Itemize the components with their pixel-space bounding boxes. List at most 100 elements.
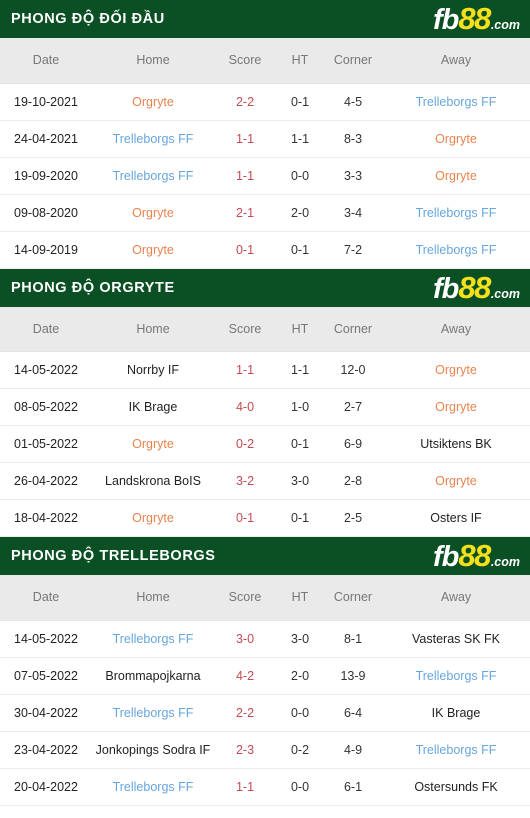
cell-home: Trelleborgs FF: [112, 168, 194, 183]
table-row[interactable]: 01-05-2022 Orgryte 0-2 0-1 6-9 Utsiktens BK: [0, 425, 530, 463]
section-banner: PHONG ĐỘ ĐỐI ĐẦU fb 88 .com: [0, 0, 530, 38]
cell-away: Osters IF: [430, 511, 482, 525]
cell-corner: 8-3: [343, 131, 363, 146]
cell-away: Orgryte: [435, 474, 477, 488]
table-row[interactable]: 07-05-2022 Brommapojkarna 4-2 2-0 13-9 Trelle…: [0, 657, 530, 694]
table-row[interactable]: 23-04-2022 Jonkopings Sodra IF 2-3 0-2 4-9 Tr…: [0, 731, 530, 768]
column-header-ht: HT: [291, 321, 309, 336]
cell-date: 19-10-2021: [14, 94, 78, 109]
table-row[interactable]: 19-09-2020 Trelleborgs FF 1-1 0-0 3-3 Orgryte: [0, 157, 530, 194]
table-row[interactable]: 14-09-2019 Orgryte 0-1 0-1 7-2 Trelleborgs FF: [0, 231, 530, 268]
cell-home: Brommapojkarna: [105, 668, 201, 683]
cell-home: IK Brage: [128, 400, 178, 414]
cell-ht: 0-2: [290, 742, 310, 757]
section-title: PHONG ĐỘ TRELLEBORGS: [11, 548, 216, 564]
column-header-score: Score: [228, 53, 262, 68]
fb88-logo[interactable]: fb 88 .com: [433, 272, 522, 304]
cell-home: Orgryte: [132, 94, 174, 109]
cell-away: IK Brage: [431, 705, 481, 720]
cell-score: 2-1: [235, 205, 255, 220]
cell-ht: 0-0: [290, 779, 310, 794]
cell-home: Trelleborgs FF: [112, 779, 194, 794]
cell-corner: 3-3: [343, 168, 363, 183]
table-row[interactable]: 08-05-2022 IK Brage 4-0 1-0 2-7 Orgryte: [0, 388, 530, 426]
cell-date: 23-04-2022: [14, 742, 78, 757]
cell-score: 2-3: [235, 742, 255, 757]
table-row[interactable]: 19-10-2021 Orgryte 2-2 0-1 4-5 Trelleborgs FF: [0, 83, 530, 120]
table-row[interactable]: 30-04-2022 Trelleborgs FF 2-2 0-0 6-4 IK Brag…: [0, 694, 530, 731]
table-header-row: Date Home Score HT Corner Away: [0, 38, 530, 83]
matches-table: Date Home Score HT Corner Away 19-10-202…: [0, 38, 530, 269]
cell-home: Jonkopings Sodra IF: [95, 742, 211, 757]
column-header-ht: HT: [291, 53, 309, 68]
cell-home: Landskrona BoIS: [105, 474, 201, 488]
section-banner: PHONG ĐỘ TRELLEBORGS fb 88 .com: [0, 537, 530, 575]
cell-corner: 12-0: [340, 363, 366, 377]
section-title: PHONG ĐỘ ĐỐI ĐẦU: [11, 11, 165, 27]
cell-ht: 3-0: [290, 474, 310, 488]
cell-home: Orgryte: [132, 511, 174, 525]
column-header-away: Away: [440, 53, 472, 68]
cell-date: 19-09-2020: [14, 168, 78, 183]
table-row[interactable]: 18-04-2022 Orgryte 0-1 0-1 2-5 Osters IF: [0, 499, 530, 537]
cell-corner: 13-9: [340, 668, 366, 683]
cell-score: 0-1: [235, 242, 255, 257]
cell-score: 1-1: [235, 779, 255, 794]
cell-away: Orgryte: [435, 168, 477, 183]
column-header-home: Home: [136, 590, 170, 605]
logo-text-fb: fb: [432, 272, 459, 305]
column-header-home: Home: [136, 53, 170, 68]
cell-ht: 2-0: [290, 205, 310, 220]
cell-home: Orgryte: [132, 242, 174, 257]
table-row[interactable]: 26-04-2022 Landskrona BoIS 3-2 3-0 2-8 Orgryt…: [0, 462, 530, 500]
cell-away: Trelleborgs FF: [415, 94, 497, 109]
cell-away: Trelleborgs FF: [415, 242, 497, 257]
cell-ht: 0-1: [290, 437, 310, 451]
cell-score: 0-2: [235, 437, 255, 451]
table-header-row: Date Home Score HT Corner Away: [0, 306, 530, 352]
cell-ht: 1-1: [290, 131, 310, 146]
section-title: PHONG ĐỘ ORGRYTE: [11, 279, 175, 296]
cell-corner: 2-8: [343, 474, 363, 488]
cell-home: Norrby IF: [126, 363, 180, 377]
cell-home: Trelleborgs FF: [112, 131, 194, 146]
cell-home: Trelleborgs FF: [112, 705, 194, 720]
column-header-score: Score: [228, 590, 262, 605]
cell-away: Orgryte: [435, 131, 477, 146]
table-body: 14-05-2022 Norrby IF 1-1 1-1 12-0 Orgryte 08-0…: [0, 351, 530, 537]
cell-date: 14-05-2022: [14, 631, 78, 646]
fb88-logo[interactable]: fb 88 .com: [433, 540, 522, 572]
cell-away: Ostersunds FK: [414, 779, 498, 794]
cell-score: 3-2: [235, 474, 255, 488]
column-header-away: Away: [440, 590, 472, 605]
fb88-logo[interactable]: fb 88 .com: [433, 3, 522, 35]
table-row[interactable]: 09-08-2020 Orgryte 2-1 2-0 3-4 Trelleborgs FF: [0, 194, 530, 231]
cell-ht: 1-0: [290, 400, 310, 414]
cell-ht: 3-0: [290, 631, 310, 646]
cell-corner: 3-4: [343, 205, 363, 220]
cell-score: 1-1: [235, 168, 255, 183]
cell-date: 08-05-2022: [14, 400, 78, 414]
column-header-home: Home: [136, 321, 170, 336]
table-row[interactable]: 20-04-2022 Trelleborgs FF 1-1 0-0 6-1 Ostersu…: [0, 768, 530, 805]
table-row[interactable]: 24-04-2021 Trelleborgs FF 1-1 1-1 8-3 Orgryte: [0, 120, 530, 157]
cell-home: Orgryte: [132, 205, 174, 220]
cell-date: 14-05-2022: [14, 363, 78, 377]
cell-corner: 4-9: [343, 742, 363, 757]
logo-text-fb: fb: [432, 4, 459, 36]
cell-score: 1-1: [235, 131, 255, 146]
cell-ht: 0-0: [290, 705, 310, 720]
table-body: 19-10-2021 Orgryte 2-2 0-1 4-5 Trelleborgs FF…: [0, 83, 530, 268]
cell-date: 14-09-2019: [14, 242, 78, 257]
cell-corner: 8-1: [343, 631, 363, 646]
cell-away: Vasteras SK FK: [412, 631, 500, 646]
form-section: PHONG ĐỘ ĐỐI ĐẦU fb 88 .com Date Home Sc…: [0, 0, 530, 269]
logo-text-88: 88: [458, 1, 491, 36]
column-header-date: Date: [32, 321, 60, 336]
form-section: PHONG ĐỘ ORGRYTE fb 88 .com Date Home Sc…: [0, 268, 530, 538]
cell-away: Utsiktens BK: [420, 437, 492, 451]
cell-ht: 1-1: [290, 363, 310, 377]
cell-corner: 7-2: [343, 242, 363, 257]
table-row[interactable]: 14-05-2022 Trelleborgs FF 3-0 3-0 8-1 Vastera…: [0, 620, 530, 657]
table-row[interactable]: 14-05-2022 Norrby IF 1-1 1-1 12-0 Orgryte: [0, 351, 530, 389]
